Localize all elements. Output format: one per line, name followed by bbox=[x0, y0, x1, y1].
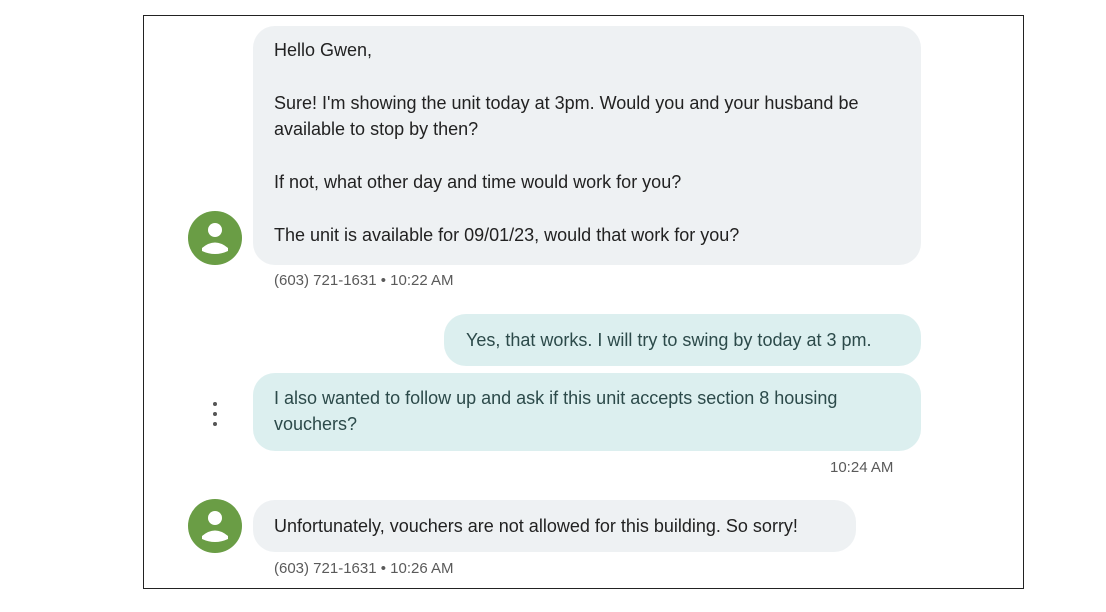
conversation-frame: Hello Gwen, Sure! I'm showing the unit t… bbox=[143, 15, 1024, 589]
message-text: If not, what other day and time would wo… bbox=[274, 172, 682, 192]
message-text: Yes, that works. I will try to swing by … bbox=[466, 330, 872, 350]
message-bubble-outgoing[interactable]: I also wanted to follow up and ask if th… bbox=[253, 373, 921, 451]
message-timestamp: 10:24 AM bbox=[830, 459, 894, 476]
message-text: I also wanted to follow up and ask if th… bbox=[274, 388, 838, 408]
message-meta: (603) 721-1631 • 10:22 AM bbox=[274, 272, 454, 289]
message-text: Sure! I'm showing the unit today at 3pm.… bbox=[274, 93, 859, 113]
message-meta: (603) 721-1631 • 10:26 AM bbox=[274, 560, 454, 577]
message-text: Hello Gwen, bbox=[274, 40, 373, 60]
message-text: vouchers? bbox=[274, 414, 358, 434]
message-text: available to stop by then? bbox=[274, 119, 479, 139]
message-bubble-incoming[interactable]: Unfortunately, vouchers are not allowed … bbox=[253, 500, 856, 552]
more-vert-icon[interactable] bbox=[210, 402, 220, 426]
contact-avatar[interactable] bbox=[188, 211, 242, 265]
message-bubble-outgoing[interactable]: Yes, that works. I will try to swing by … bbox=[444, 314, 921, 366]
person-icon bbox=[202, 511, 228, 542]
message-bubble-incoming[interactable]: Hello Gwen, Sure! I'm showing the unit t… bbox=[253, 26, 921, 265]
message-text: The unit is available for 09/01/23, woul… bbox=[274, 225, 740, 245]
contact-avatar[interactable] bbox=[188, 499, 242, 553]
message-text: Unfortunately, vouchers are not allowed … bbox=[274, 516, 798, 536]
person-icon bbox=[202, 223, 228, 254]
